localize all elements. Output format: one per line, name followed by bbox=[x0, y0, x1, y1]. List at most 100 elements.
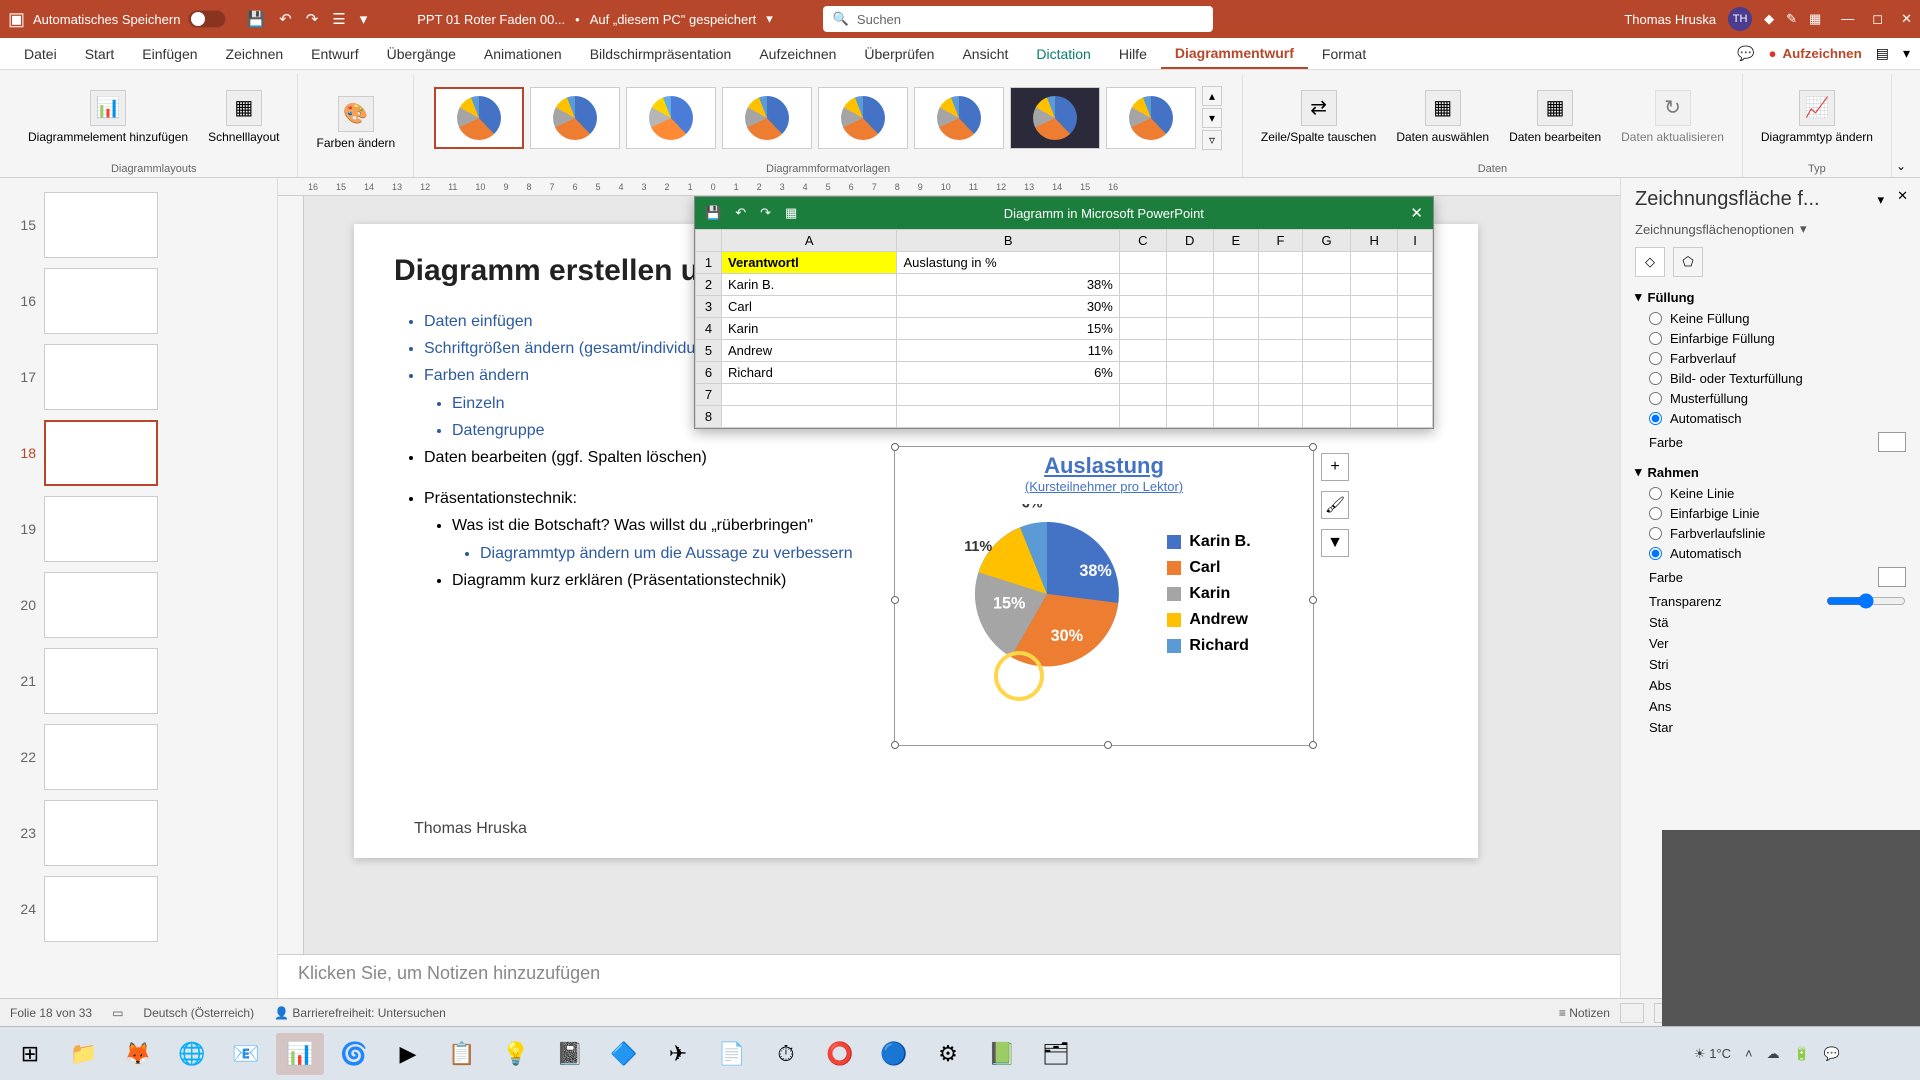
minimize-icon[interactable]: — bbox=[1841, 11, 1854, 27]
app-icon-2[interactable]: 📋 bbox=[438, 1033, 486, 1075]
toggle-switch[interactable] bbox=[188, 10, 226, 28]
selection-handle[interactable] bbox=[1309, 741, 1317, 749]
effects-tab-icon[interactable]: ⬠ bbox=[1673, 247, 1703, 277]
comments-icon[interactable]: 💬 bbox=[1737, 45, 1754, 62]
selection-handle[interactable] bbox=[891, 596, 899, 604]
app-icon-5[interactable]: 📄 bbox=[708, 1033, 756, 1075]
selection-handle[interactable] bbox=[1309, 596, 1317, 604]
border-auto-radio[interactable]: Automatisch bbox=[1649, 546, 1906, 561]
chart-legend[interactable]: Karin B. Carl Karin Andrew Richard bbox=[1167, 525, 1250, 663]
excel-grid-icon[interactable]: ▦ bbox=[785, 205, 797, 221]
redo-icon[interactable]: ↷ bbox=[306, 10, 319, 28]
pane-close-icon[interactable]: ✕ bbox=[1897, 188, 1908, 204]
quick-layout-button[interactable]: ▦Schnelllayout bbox=[200, 86, 287, 148]
diamond-icon[interactable]: ◆ bbox=[1764, 11, 1774, 27]
record-button[interactable]: Aufzeichnen bbox=[1768, 46, 1861, 61]
border-gradient-radio[interactable]: Farbverlaufslinie bbox=[1649, 526, 1906, 541]
accessibility-icon[interactable]: 👤 Barrierefreiheit: Untersuchen bbox=[274, 1006, 446, 1020]
tab-datei[interactable]: Datei bbox=[10, 40, 71, 68]
calendar-icon[interactable]: ▦ bbox=[1809, 11, 1821, 27]
chart-filters-button[interactable]: ▼ bbox=[1321, 529, 1349, 557]
search-box[interactable]: 🔍 Suchen bbox=[823, 6, 1213, 32]
touch-mode-icon[interactable]: ☰ bbox=[332, 10, 345, 28]
powerpoint-icon[interactable]: 📊 bbox=[276, 1033, 324, 1075]
thumb-22[interactable]: 22 bbox=[10, 724, 267, 790]
slide-counter[interactable]: Folie 18 von 33 bbox=[10, 1006, 92, 1020]
tab-format[interactable]: Format bbox=[1308, 40, 1380, 68]
chart-styles-button[interactable]: 🖌 bbox=[1321, 491, 1349, 519]
fill-auto-radio[interactable]: Automatisch bbox=[1649, 411, 1906, 426]
chart-subtitle[interactable]: (Kursteilnehmer pro Lektor) bbox=[895, 479, 1313, 494]
tab-uebergaenge[interactable]: Übergänge bbox=[373, 40, 470, 68]
style-scroll-down[interactable]: ▾ bbox=[1202, 108, 1222, 128]
border-none-radio[interactable]: Keine Linie bbox=[1649, 486, 1906, 501]
excel-close-icon[interactable]: ✕ bbox=[1410, 204, 1423, 222]
start-button[interactable]: ⊞ bbox=[6, 1033, 54, 1075]
tab-start[interactable]: Start bbox=[71, 40, 129, 68]
close-icon[interactable]: ✕ bbox=[1901, 11, 1912, 27]
explorer-icon[interactable]: 📁 bbox=[60, 1033, 108, 1075]
slide-canvas[interactable]: Diagramm erstellen und formatieren Daten… bbox=[304, 196, 1620, 954]
border-color-row[interactable]: Farbe bbox=[1649, 567, 1906, 587]
chart-style-8[interactable] bbox=[1106, 87, 1196, 149]
spellcheck-icon[interactable]: ▭ bbox=[112, 1006, 123, 1020]
chart-style-2[interactable] bbox=[530, 87, 620, 149]
switch-row-col-button[interactable]: ⇄Zeile/Spalte tauschen bbox=[1253, 86, 1384, 148]
tab-zeichnen[interactable]: Zeichnen bbox=[212, 40, 298, 68]
fill-picture-radio[interactable]: Bild- oder Texturfüllung bbox=[1649, 371, 1906, 386]
join-row[interactable]: Ans bbox=[1649, 699, 1906, 714]
thumb-16[interactable]: 16 bbox=[10, 268, 267, 334]
change-colors-button[interactable]: 🎨Farben ändern bbox=[308, 92, 403, 154]
thumb-21[interactable]: 21 bbox=[10, 648, 267, 714]
tray-chevron-icon[interactable]: ˄ bbox=[1745, 1046, 1753, 1061]
tab-aufzeichnen[interactable]: Aufzeichnen bbox=[745, 40, 850, 68]
excel-redo-icon[interactable]: ↷ bbox=[760, 205, 771, 221]
tab-diagrammentwurf[interactable]: Diagrammentwurf bbox=[1161, 39, 1308, 69]
thumb-17[interactable]: 17 bbox=[10, 344, 267, 410]
cap-row[interactable]: Abs bbox=[1649, 678, 1906, 693]
vlc-icon[interactable]: ▶ bbox=[384, 1033, 432, 1075]
pane-collapse-icon[interactable]: ▾ bbox=[1877, 192, 1884, 208]
excel-grid[interactable]: ABCDEFGHI 1VerantwortlAuslastung in % 2K… bbox=[695, 229, 1433, 428]
slide-thumbnails[interactable]: 15 16 17 18 19 20 21 22 23 24 bbox=[0, 178, 278, 998]
share-icon[interactable]: ▤ bbox=[1876, 45, 1889, 62]
compound-row[interactable]: Ver bbox=[1649, 636, 1906, 651]
chart-style-5[interactable] bbox=[818, 87, 908, 149]
collapse-ribbon-icon[interactable]: ⌄ bbox=[1896, 159, 1906, 173]
fill-solid-radio[interactable]: Einfarbige Füllung bbox=[1649, 331, 1906, 346]
border-section[interactable]: ▾ Rahmen bbox=[1635, 464, 1906, 480]
refresh-data-button[interactable]: ↻Daten aktualisieren bbox=[1613, 86, 1732, 148]
fill-tab-icon[interactable]: ◇ bbox=[1635, 247, 1665, 277]
autosave-toggle[interactable]: Automatisches Speichern bbox=[33, 10, 226, 28]
fill-none-radio[interactable]: Keine Füllung bbox=[1649, 311, 1906, 326]
normal-view-icon[interactable] bbox=[1620, 1003, 1644, 1023]
save-icon[interactable]: 💾 bbox=[246, 10, 265, 28]
app-icon-8[interactable]: 🔵 bbox=[870, 1033, 918, 1075]
chart-style-1[interactable] bbox=[434, 87, 524, 149]
tab-dictation[interactable]: Dictation bbox=[1022, 40, 1104, 68]
width-row[interactable]: Stä bbox=[1649, 615, 1906, 630]
undo-icon[interactable]: ↶ bbox=[279, 10, 292, 28]
tab-einfuegen[interactable]: Einfügen bbox=[128, 40, 211, 68]
app-icon-1[interactable]: 🌀 bbox=[330, 1033, 378, 1075]
excel-header[interactable]: 💾 ↶ ↷ ▦ Diagramm in Microsoft PowerPoint… bbox=[695, 197, 1433, 229]
selection-handle[interactable] bbox=[1309, 443, 1317, 451]
excel-undo-icon[interactable]: ↶ bbox=[735, 205, 746, 221]
excel-data-window[interactable]: 💾 ↶ ↷ ▦ Diagramm in Microsoft PowerPoint… bbox=[694, 196, 1434, 429]
fill-section[interactable]: ▾ Füllung bbox=[1635, 289, 1906, 305]
user-avatar[interactable]: TH bbox=[1728, 7, 1752, 31]
border-solid-radio[interactable]: Einfarbige Linie bbox=[1649, 506, 1906, 521]
firefox-icon[interactable]: 🦊 bbox=[114, 1033, 162, 1075]
app-icon-3[interactable]: 💡 bbox=[492, 1033, 540, 1075]
chevron-down-icon[interactable]: ▾ bbox=[1903, 45, 1910, 62]
excel-save-icon[interactable]: 💾 bbox=[705, 205, 721, 221]
outlook-icon[interactable]: 📧 bbox=[222, 1033, 270, 1075]
tab-animationen[interactable]: Animationen bbox=[470, 40, 576, 68]
selection-handle[interactable] bbox=[891, 443, 899, 451]
arrow-row[interactable]: Star bbox=[1649, 720, 1906, 735]
fill-color-row[interactable]: Farbe bbox=[1649, 432, 1906, 452]
select-data-button[interactable]: ▦Daten auswählen bbox=[1388, 86, 1497, 148]
chart-elements-button[interactable]: + bbox=[1321, 453, 1349, 481]
telegram-icon[interactable]: ✈ bbox=[654, 1033, 702, 1075]
selection-handle[interactable] bbox=[891, 741, 899, 749]
